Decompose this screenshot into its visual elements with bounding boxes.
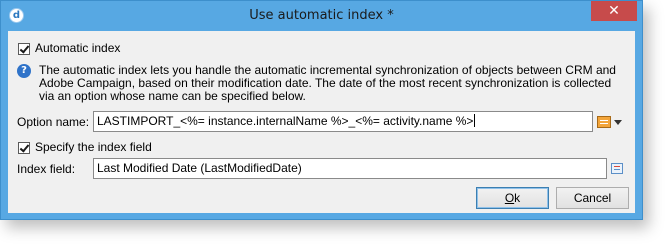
help-description: The automatic index lets you handle the …: [39, 63, 616, 103]
cancel-button[interactable]: Cancel: [556, 187, 629, 209]
title-bar[interactable]: d Use automatic index * ✕: [1, 1, 642, 31]
automatic-index-label[interactable]: Automatic index: [35, 41, 120, 55]
text-caret: [474, 114, 476, 127]
index-field-value: Last Modified Date (LastModifiedDate): [97, 161, 302, 175]
index-field-label: Index field:: [17, 162, 76, 176]
automatic-index-checkbox[interactable]: [18, 43, 30, 55]
ok-mnemonic: O: [504, 191, 515, 205]
ok-button[interactable]: Ok: [476, 187, 549, 209]
dialog-window: d Use automatic index * ✕ Automatic inde…: [0, 0, 643, 220]
option-name-value: LASTIMPORT_<%= instance.internalName %>_…: [97, 114, 474, 128]
option-name-input[interactable]: LASTIMPORT_<%= instance.internalName %>_…: [93, 111, 593, 132]
option-picker-icon[interactable]: [597, 116, 611, 128]
help-icon: ?: [17, 64, 31, 78]
dialog-content: Automatic index ? The automatic index le…: [8, 31, 635, 213]
chevron-down-icon[interactable]: [614, 120, 622, 125]
dialog-title: Use automatic index *: [249, 8, 394, 23]
close-icon[interactable]: ✕: [591, 1, 637, 21]
specify-index-field-checkbox[interactable]: [18, 142, 30, 154]
ok-label: k: [514, 191, 521, 205]
field-list-icon[interactable]: [611, 163, 623, 174]
option-name-label: Option name:: [17, 115, 90, 129]
index-field-input[interactable]: Last Modified Date (LastModifiedDate): [93, 158, 607, 179]
specify-index-field-label[interactable]: Specify the index field: [35, 140, 152, 154]
